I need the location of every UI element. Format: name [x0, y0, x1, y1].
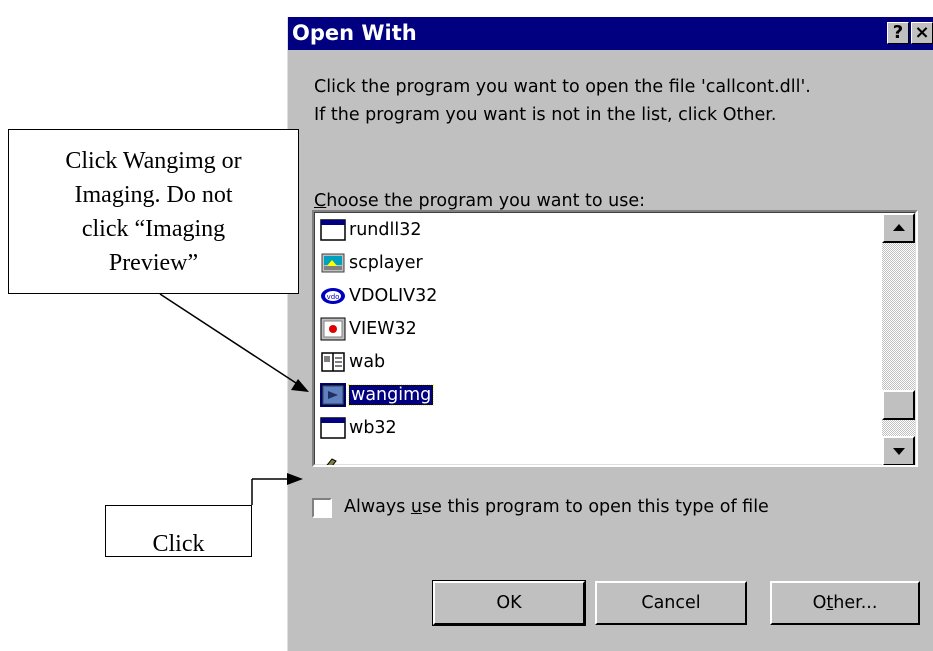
- list-item-wangimg[interactable]: wangimg: [320, 380, 435, 410]
- list-item-partial: [320, 446, 349, 465]
- callout-line-2: Imaging. Do not: [74, 182, 233, 208]
- open-with-dialog: Open With ? × Click the program you want…: [287, 17, 933, 651]
- list-item-label: VDOLIV32: [349, 286, 438, 306]
- description: Click the program you want to open the f…: [314, 73, 811, 129]
- vertical-scrollbar[interactable]: [882, 213, 915, 465]
- checkbox-label-post: se this program to open this type of fil…: [422, 497, 769, 517]
- other-button[interactable]: Ot her...: [770, 581, 920, 625]
- list-item-label: scplayer: [349, 253, 423, 273]
- program-list[interactable]: rundll32 scplayer vdo VDOLIV32 VIEW32 wa…: [312, 210, 918, 467]
- arrow-down-icon: [893, 448, 905, 455]
- other-label-post: her...: [833, 593, 878, 613]
- scplayer-icon: [320, 251, 346, 275]
- view-app-icon: [320, 317, 346, 341]
- ok-button[interactable]: OK: [432, 580, 586, 626]
- arrow-up-icon: [893, 224, 905, 231]
- callout-line-3: click “Imaging: [81, 216, 226, 242]
- always-use-checkbox[interactable]: [312, 498, 332, 518]
- vdo-icon: vdo: [320, 284, 346, 308]
- callout-line-1: Click Wangimg or: [65, 148, 242, 174]
- list-item-view32[interactable]: VIEW32: [320, 314, 417, 344]
- program-list-frame: rundll32 scplayer vdo VDOLIV32 VIEW32 wa…: [314, 212, 916, 465]
- scroll-up-button[interactable]: [882, 213, 915, 243]
- svg-text:vdo: vdo: [327, 293, 340, 301]
- list-item-label: rundll32: [349, 220, 422, 240]
- click-callout: Click: [105, 505, 252, 557]
- scroll-down-button[interactable]: [882, 436, 915, 465]
- list-item-label: wab: [349, 352, 386, 372]
- list-item-wb32[interactable]: wb32: [320, 413, 397, 443]
- checkbox-accel: u: [410, 497, 423, 517]
- list-item-label: wb32: [349, 418, 397, 438]
- instruction-callout: Click Wangimg or Imaging. Do not click “…: [8, 129, 299, 294]
- choose-program-label: Choose the program you want to use:: [314, 191, 645, 211]
- list-item-scplayer[interactable]: scplayer: [320, 248, 423, 278]
- imaging-icon: [320, 383, 346, 407]
- description-line-1: Click the program you want to open the f…: [314, 77, 811, 97]
- close-button[interactable]: ×: [911, 22, 933, 44]
- help-button[interactable]: ?: [887, 22, 909, 44]
- list-item-vdoliv32[interactable]: vdo VDOLIV32: [320, 281, 437, 311]
- checkbox-label-pre: Always: [344, 497, 411, 517]
- description-line-2: If the program you want is not in the li…: [314, 105, 777, 125]
- cancel-button[interactable]: Cancel: [595, 581, 747, 625]
- address-book-icon: [320, 350, 346, 374]
- other-label-pre: O: [812, 593, 827, 613]
- callout-line-4: Preview”: [108, 250, 199, 276]
- choose-accel: C: [314, 191, 327, 211]
- list-item-label: wangimg: [347, 384, 435, 406]
- dialog-title: Open With: [292, 21, 417, 45]
- window-app-icon: [320, 416, 346, 440]
- scroll-thumb[interactable]: [882, 390, 915, 420]
- window-app-icon: [320, 218, 346, 242]
- title-bar[interactable]: Open With ? ×: [288, 17, 933, 50]
- other-accel: t: [826, 593, 834, 613]
- always-use-label[interactable]: Always use this program to open this typ…: [344, 497, 769, 517]
- list-item-label: VIEW32: [349, 319, 417, 339]
- list-item-wab[interactable]: wab: [320, 347, 385, 377]
- choose-rest: hoose the program you want to use:: [326, 191, 646, 211]
- arrow-to-wangimg: [159, 293, 297, 384]
- list-item-rundll32[interactable]: rundll32: [320, 215, 421, 245]
- click-callout-text: Click: [152, 531, 205, 557]
- pencil-icon: [320, 449, 346, 465]
